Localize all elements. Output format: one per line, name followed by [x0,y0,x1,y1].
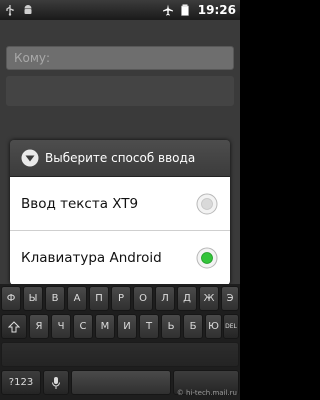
delete-key[interactable]: DEL [223,314,239,339]
key[interactable]: Э [221,286,239,311]
watermark: © hi-tech.mail.ru [176,389,237,397]
key[interactable]: Ь [161,314,181,339]
shift-icon [8,320,20,332]
key[interactable]: И [117,314,137,339]
mode-key[interactable]: ?123 [1,370,41,395]
option-android-keyboard[interactable]: Клавиатура Android [10,231,230,285]
key[interactable]: А [67,286,87,311]
microphone-icon [52,376,60,389]
key[interactable]: Ч [51,314,71,339]
key[interactable]: О [133,286,153,311]
shift-key[interactable] [1,314,27,339]
input-method-dialog: Выберите способ ввода Ввод текста XT9 Кл… [10,140,230,285]
key[interactable]: Р [111,286,131,311]
key[interactable]: Б [183,314,203,339]
android-icon [24,5,32,14]
key[interactable]: В [45,286,65,311]
keyboard-row-2: Я Ч С М И Т Ь Б Ю DEL [0,314,240,341]
key[interactable]: Л [155,286,175,311]
key[interactable]: П [89,286,109,311]
key[interactable]: Д [177,286,197,311]
status-time: 19:26 [197,3,236,17]
battery-icon [181,4,189,16]
dialog-title: Выберите способ ввода [45,151,196,165]
keyboard: Ф Ы В А П Р О Л Д Ж Э Я Ч С М И Т Ь Б Ю … [0,284,240,400]
option-xt9[interactable]: Ввод текста XT9 [10,177,230,231]
key[interactable]: М [95,314,115,339]
recipient-field[interactable]: Кому: [6,46,234,70]
radio-unselected[interactable] [196,193,218,215]
key[interactable]: С [73,314,93,339]
keyboard-select-icon [21,149,39,167]
airplane-mode-icon [162,4,173,16]
option-label: Клавиатура Android [21,250,162,266]
keyboard-row-placeholder [1,342,239,367]
radio-selected[interactable] [196,247,218,269]
key[interactable]: Я [29,314,49,339]
key[interactable]: Ю [205,314,222,339]
dialog-header: Выберите способ ввода [10,140,230,177]
status-bar: 19:26 [0,0,240,20]
key[interactable]: Ы [23,286,43,311]
option-label: Ввод текста XT9 [21,195,139,212]
space-key[interactable] [71,370,171,395]
key[interactable]: Т [139,314,159,339]
key[interactable]: Ф [1,286,21,311]
key[interactable]: Ж [199,286,219,311]
recipient-placeholder: Кому: [14,51,51,65]
keyboard-row-1: Ф Ы В А П Р О Л Д Ж Э [0,286,240,313]
keyboard-row-3 [0,342,240,369]
message-area [6,76,234,106]
notification-icons [4,4,34,16]
mic-key[interactable] [43,370,69,395]
usb-icon [6,5,14,16]
